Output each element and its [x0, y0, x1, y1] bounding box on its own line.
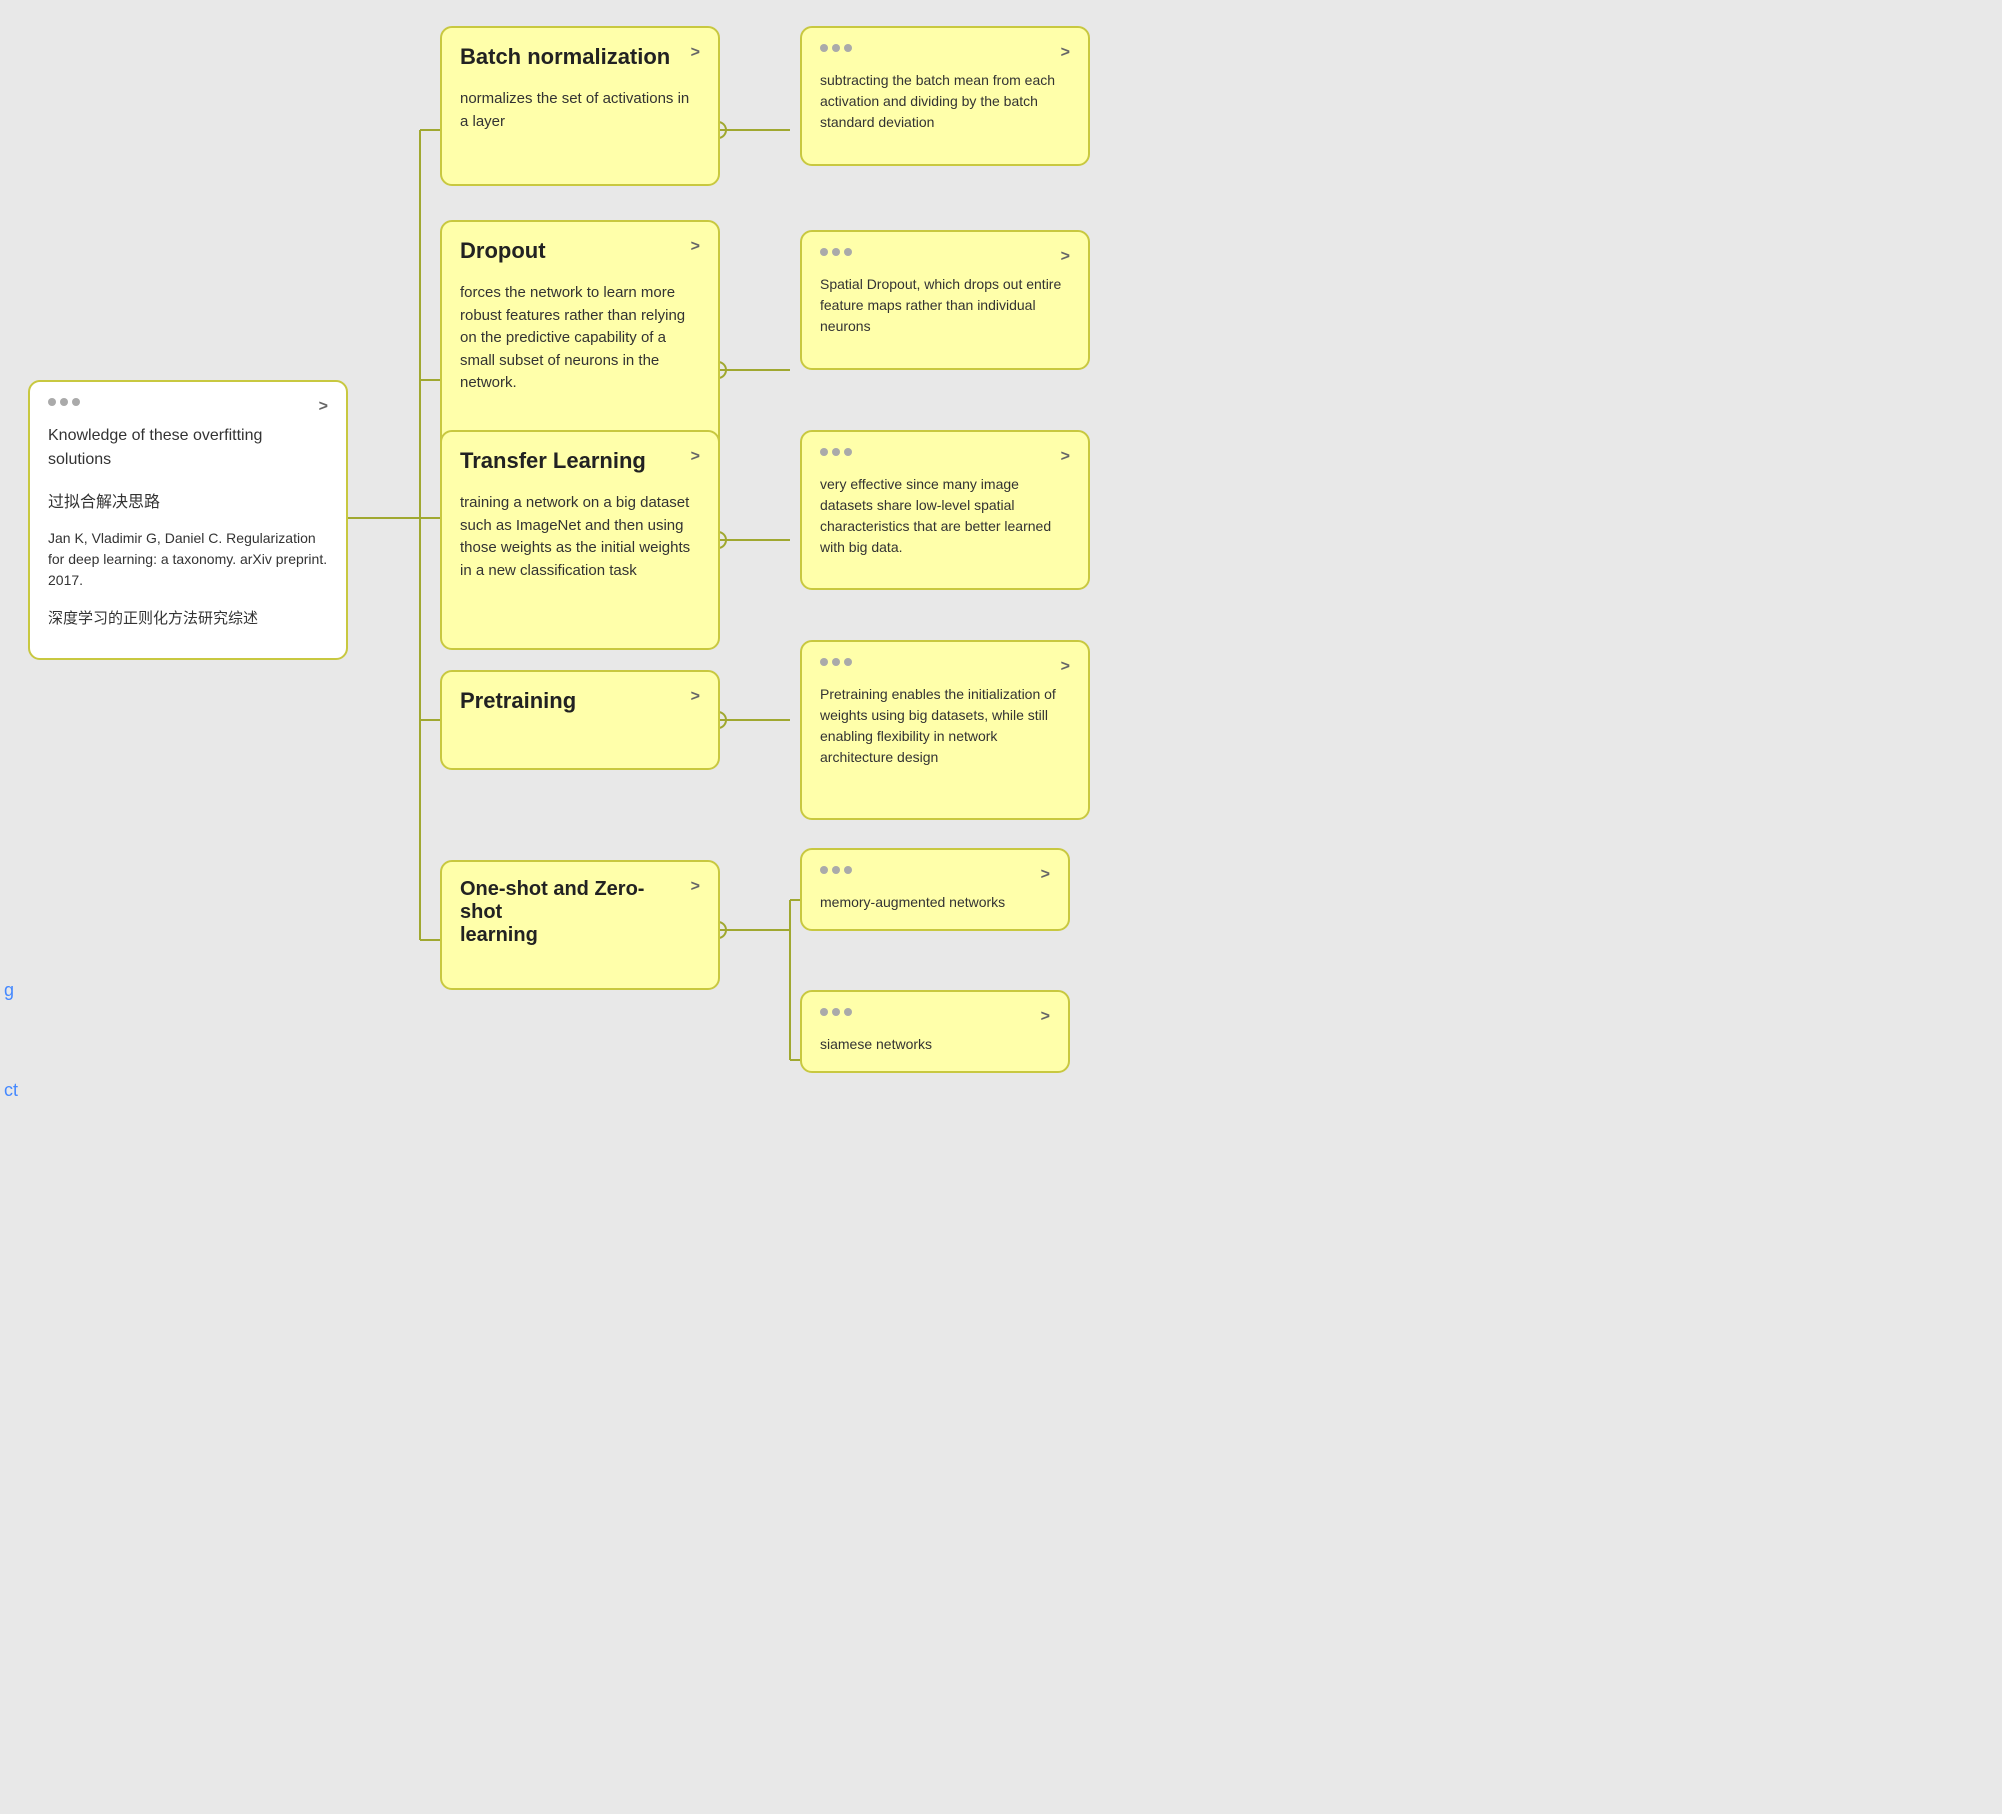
dropout-detail-text: Spatial Dropout, which drops out entire …	[820, 274, 1070, 337]
dropout-title: Dropout	[460, 238, 546, 264]
one-shot-detail1-text: memory-augmented networks	[820, 892, 1050, 913]
dropout-detail-card[interactable]: > Spatial Dropout, which drops out entir…	[800, 230, 1090, 370]
root-card-arrow: >	[319, 398, 328, 416]
batch-norm-arrow: >	[691, 44, 700, 62]
root-subtitle: 过拟合解决思路	[48, 488, 328, 512]
dropout-text: forces the network to learn more robust …	[460, 282, 700, 395]
batch-norm-card[interactable]: Batch normalization > normalizes the set…	[440, 26, 720, 186]
card-dots	[48, 398, 80, 406]
transfer-detail-text: very effective since many image datasets…	[820, 474, 1070, 558]
batch-norm-title: Batch normalization	[460, 44, 670, 70]
sidebar-partial-text-ct[interactable]: ct	[4, 1080, 18, 1101]
one-shot-title: One-shot and Zero-shot learning	[460, 878, 683, 947]
batch-norm-detail-card[interactable]: > subtracting the batch mean from each a…	[800, 26, 1090, 166]
transfer-detail-card[interactable]: > very effective since many image datase…	[800, 430, 1090, 590]
pretraining-detail-card[interactable]: > Pretraining enables the initialization…	[800, 640, 1090, 820]
dropout-arrow: >	[691, 238, 700, 256]
one-shot-detail1-card[interactable]: > memory-augmented networks	[800, 848, 1070, 931]
pretraining-title: Pretraining	[460, 688, 576, 714]
sidebar-partial-text-g[interactable]: g	[4, 980, 14, 1001]
dropout-card[interactable]: Dropout > forces the network to learn mo…	[440, 220, 720, 460]
transfer-arrow: >	[691, 448, 700, 466]
one-shot-detail2-card[interactable]: > siamese networks	[800, 990, 1070, 1073]
batch-norm-detail-text: subtracting the batch mean from each act…	[820, 70, 1070, 133]
batch-norm-text: normalizes the set of activations in a l…	[460, 88, 700, 133]
root-ref-zh: 深度学习的正则化方法研究综述	[48, 607, 328, 628]
transfer-text: training a network on a big dataset such…	[460, 492, 700, 582]
root-title: Knowledge of these overfitting solutions	[48, 424, 328, 472]
root-card[interactable]: > Knowledge of these overfitting solutio…	[28, 380, 348, 660]
pretraining-arrow: >	[691, 688, 700, 706]
pretraining-card[interactable]: Pretraining >	[440, 670, 720, 770]
root-ref: Jan K, Vladimir G, Daniel C. Regularizat…	[48, 528, 328, 591]
one-shot-arrow: >	[691, 878, 700, 896]
transfer-title: Transfer Learning	[460, 448, 646, 474]
pretraining-detail-text: Pretraining enables the initialization o…	[820, 684, 1070, 768]
transfer-learning-card[interactable]: Transfer Learning > training a network o…	[440, 430, 720, 650]
one-shot-detail2-text: siamese networks	[820, 1034, 1050, 1055]
one-shot-card[interactable]: One-shot and Zero-shot learning >	[440, 860, 720, 990]
mind-map: > Knowledge of these overfitting solutio…	[0, 0, 2002, 1814]
